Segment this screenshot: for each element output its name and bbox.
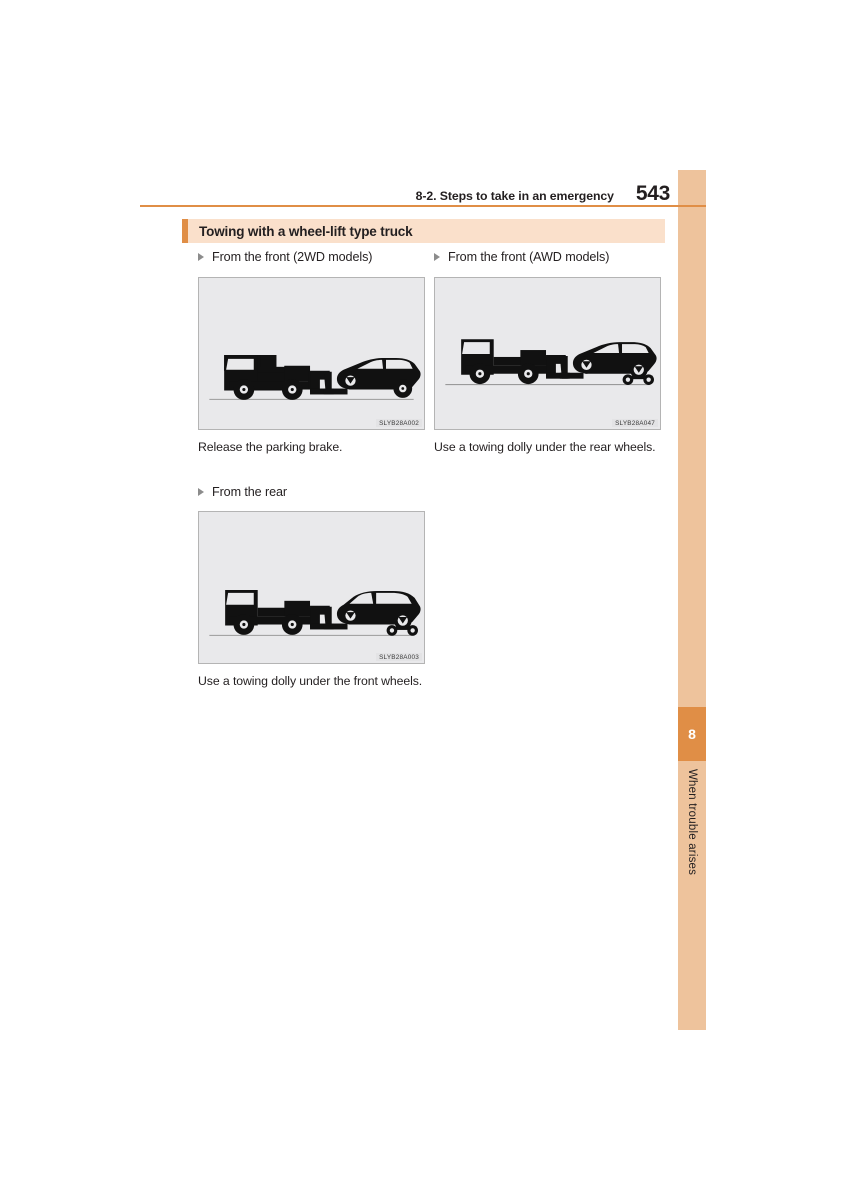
chapter-title-text: When trouble arises: [686, 769, 698, 876]
section-title-band: Towing with a wheel-lift type truck: [182, 219, 665, 243]
subsection-heading-label: From the front (2WD models): [212, 250, 373, 264]
subsection-heading-label: From the rear: [212, 485, 287, 499]
figure-reference-code: SLYB28A003: [376, 653, 422, 661]
figure-frame: SLYB28A002: [198, 277, 425, 430]
caption-block-rear: Use a towing dolly under the front wheel…: [198, 672, 427, 692]
figure-reference-code: SLYB28A047: [612, 419, 658, 427]
manual-page: 8 When trouble arises 8-2. Steps to take…: [0, 0, 848, 1200]
running-head-section: 8-2. Steps to take in an emergency: [415, 189, 614, 203]
caption-block-2wd: Release the parking brake.: [198, 438, 427, 458]
header-divider-rule: [140, 205, 706, 207]
subsection-heading-label: From the front (AWD models): [448, 250, 610, 264]
page-number: 543: [635, 182, 670, 205]
figure-reference-code: SLYB28A002: [376, 419, 422, 427]
section-title: Towing with a wheel-lift type truck: [199, 223, 413, 239]
illustration-front-2wd: [199, 278, 424, 429]
caption-text: Use a towing dolly under the rear wheels…: [434, 440, 656, 454]
subsection-heading-awd: From the front (AWD models): [434, 248, 663, 266]
triangle-bullet-icon: [198, 253, 204, 261]
illustration-rear: [199, 512, 424, 663]
figure-towing-front-awd: SLYB28A047: [434, 277, 663, 430]
subsection-heading-rear: From the rear: [198, 483, 427, 501]
chapter-number-marker: 8: [678, 707, 706, 761]
running-head: 8-2. Steps to take in an emergency 543: [140, 182, 671, 205]
figure-towing-front-2wd: SLYB28A002: [198, 277, 427, 430]
figure-frame: SLYB28A003: [198, 511, 425, 664]
subsection-heading-2wd: From the front (2WD models): [198, 248, 427, 266]
triangle-bullet-icon: [198, 488, 204, 496]
illustration-front-awd: [435, 278, 660, 429]
figure-towing-rear: SLYB28A003: [198, 511, 427, 664]
triangle-bullet-icon: [434, 253, 440, 261]
caption-text: Use a towing dolly under the front wheel…: [198, 674, 423, 688]
chapter-title-vertical: When trouble arises: [678, 765, 706, 965]
caption-text: Release the parking brake.: [198, 440, 343, 454]
figure-frame: SLYB28A047: [434, 277, 661, 430]
caption-block-awd: Use a towing dolly under the rear wheels…: [434, 438, 663, 458]
